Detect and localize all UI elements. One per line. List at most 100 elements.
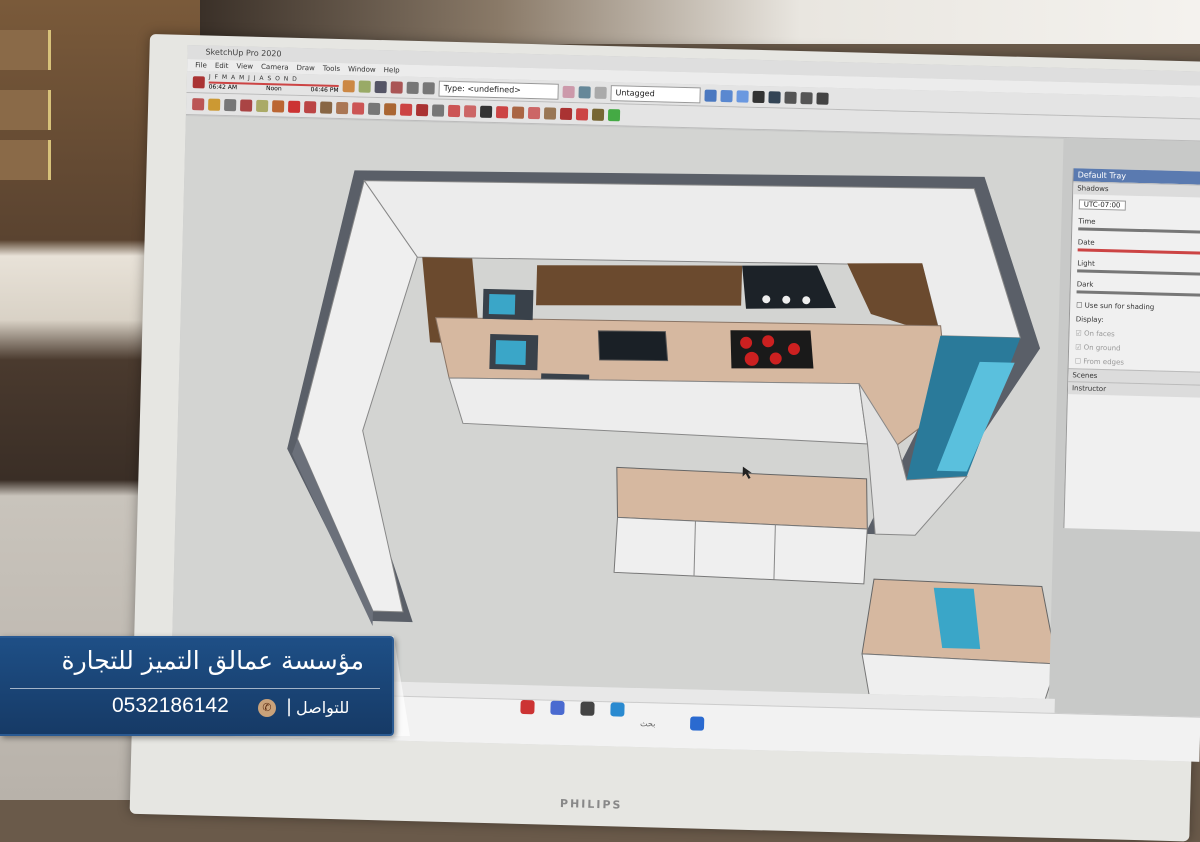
circle-icon[interactable] bbox=[240, 98, 253, 112]
zoom-icon[interactable] bbox=[374, 80, 387, 93]
use-sun-checkbox[interactable]: ☐ bbox=[1076, 301, 1085, 309]
shelf bbox=[0, 30, 51, 70]
taskbar-search[interactable]: بحث bbox=[640, 719, 655, 728]
menu-draw[interactable]: Draw bbox=[296, 62, 315, 74]
warehouse-icon[interactable] bbox=[800, 91, 813, 104]
move-icon[interactable] bbox=[288, 100, 301, 113]
menu-window[interactable]: Window bbox=[348, 63, 376, 76]
front-view-icon[interactable] bbox=[736, 89, 749, 103]
contact-label: للتواصل bbox=[296, 698, 350, 717]
cursor-icon[interactable] bbox=[816, 91, 829, 105]
model-viewport[interactable] bbox=[171, 115, 1064, 715]
time-label: Time bbox=[1078, 217, 1096, 226]
island-cabinets bbox=[613, 516, 868, 585]
on-ground-checkbox[interactable]: ☑ bbox=[1075, 343, 1084, 351]
subtract-icon[interactable] bbox=[463, 104, 477, 118]
background-top bbox=[200, 0, 1200, 44]
text-icon[interactable] bbox=[383, 102, 397, 115]
range-hood bbox=[742, 265, 837, 309]
eraser-icon[interactable] bbox=[495, 105, 509, 118]
menu-edit[interactable]: Edit bbox=[215, 60, 229, 72]
timezone-select[interactable]: UTC-07:00 bbox=[1078, 199, 1126, 211]
time-start: 06:42 AM bbox=[208, 83, 238, 92]
pencil-icon[interactable] bbox=[192, 97, 205, 110]
on-faces-checkbox[interactable]: ☑ bbox=[1075, 329, 1084, 337]
shelf bbox=[0, 140, 51, 180]
wood-panel bbox=[536, 265, 743, 306]
rotate-icon[interactable] bbox=[303, 100, 317, 113]
phone-icon: ✆ bbox=[258, 699, 276, 717]
sun-icon[interactable] bbox=[575, 107, 589, 120]
light-slider[interactable] bbox=[1077, 269, 1200, 276]
walk-icon[interactable] bbox=[406, 81, 419, 94]
push-pull-icon[interactable] bbox=[272, 99, 285, 113]
from-edges-checkbox[interactable]: ☐ bbox=[1075, 357, 1084, 365]
components-icon[interactable] bbox=[578, 85, 591, 99]
axes-icon[interactable] bbox=[399, 103, 413, 116]
shelf bbox=[0, 90, 51, 130]
zoom-extents-icon[interactable] bbox=[390, 80, 403, 94]
cooktop bbox=[730, 330, 814, 369]
orbit-icon[interactable] bbox=[342, 79, 355, 92]
look-around-icon[interactable] bbox=[422, 81, 435, 94]
instructor-section[interactable]: Instructor bbox=[1067, 381, 1200, 398]
extension-icon[interactable] bbox=[559, 107, 573, 120]
sketchup-taskbar-icon[interactable] bbox=[520, 699, 535, 715]
base-cabinets bbox=[448, 377, 869, 445]
from-edges-label: From edges bbox=[1083, 357, 1125, 367]
tape-measure-icon[interactable] bbox=[351, 101, 365, 115]
section-plane-icon[interactable] bbox=[415, 103, 429, 116]
menu-help[interactable]: Help bbox=[384, 64, 400, 76]
company-banner: مؤسسة عمالق التميز للتجارة 0532186142 ✆ … bbox=[0, 636, 394, 736]
phone-number[interactable]: 0532186142 bbox=[112, 694, 229, 718]
match-photo-icon[interactable] bbox=[607, 108, 621, 121]
dark-slider[interactable] bbox=[1076, 290, 1200, 297]
menu-camera[interactable]: Camera bbox=[261, 61, 289, 74]
iso-view-icon[interactable] bbox=[704, 89, 717, 102]
shadow-time-slider[interactable]: J F M A M J J A S O N D 06:42 AM Noon 04… bbox=[209, 74, 339, 94]
menu-tools[interactable]: Tools bbox=[323, 63, 341, 75]
select-arrow-icon[interactable] bbox=[479, 105, 493, 118]
files-taskbar-icon[interactable] bbox=[580, 701, 595, 716]
tag-field[interactable]: Untagged bbox=[610, 84, 701, 103]
banner-divider bbox=[10, 688, 380, 689]
sink bbox=[597, 330, 669, 362]
protractor-icon[interactable] bbox=[367, 102, 381, 115]
banner-separator: | bbox=[286, 696, 293, 717]
solid-tools-icon[interactable] bbox=[543, 106, 557, 120]
paint-icon[interactable] bbox=[562, 85, 575, 98]
on-ground-label: On ground bbox=[1083, 343, 1121, 353]
offset-icon[interactable] bbox=[335, 101, 349, 114]
wireframe-icon[interactable] bbox=[768, 90, 781, 104]
windows-start-icon[interactable] bbox=[689, 716, 705, 731]
default-tray: Default Tray Shadows UTC-07:00 Time Date… bbox=[1063, 168, 1200, 532]
arc-icon[interactable] bbox=[208, 98, 221, 111]
date-label: Date bbox=[1077, 238, 1095, 247]
light-label: Light bbox=[1077, 259, 1095, 268]
xray-icon[interactable] bbox=[752, 90, 765, 103]
dark-label: Dark bbox=[1076, 280, 1094, 289]
union-icon[interactable] bbox=[447, 104, 461, 117]
menu-file[interactable]: File bbox=[195, 59, 207, 71]
left-tall-cabinets bbox=[296, 179, 418, 613]
use-sun-label: Use sun for shading bbox=[1084, 301, 1155, 312]
home-icon[interactable] bbox=[784, 91, 797, 104]
follow-me-icon[interactable] bbox=[527, 106, 541, 119]
menu-view[interactable]: View bbox=[236, 60, 253, 72]
pan-icon[interactable] bbox=[358, 79, 371, 93]
edge-taskbar-icon[interactable] bbox=[610, 702, 625, 717]
scale-icon[interactable] bbox=[319, 100, 333, 114]
sandbox-icon[interactable] bbox=[511, 106, 525, 119]
fog-icon[interactable] bbox=[591, 108, 605, 121]
time-slider[interactable] bbox=[1078, 227, 1200, 234]
polygon-icon[interactable] bbox=[256, 99, 269, 112]
monitor-brand: PHILIPS bbox=[559, 796, 623, 812]
date-slider[interactable] bbox=[1077, 248, 1200, 255]
top-view-icon[interactable] bbox=[720, 89, 733, 102]
intersect-icon[interactable] bbox=[431, 103, 445, 117]
type-field[interactable]: Type: <undefined> bbox=[438, 80, 559, 100]
rectangle-icon[interactable] bbox=[224, 98, 237, 111]
select-icon[interactable] bbox=[192, 75, 205, 88]
styles-icon[interactable] bbox=[594, 86, 607, 99]
chat-taskbar-icon[interactable] bbox=[550, 700, 565, 716]
